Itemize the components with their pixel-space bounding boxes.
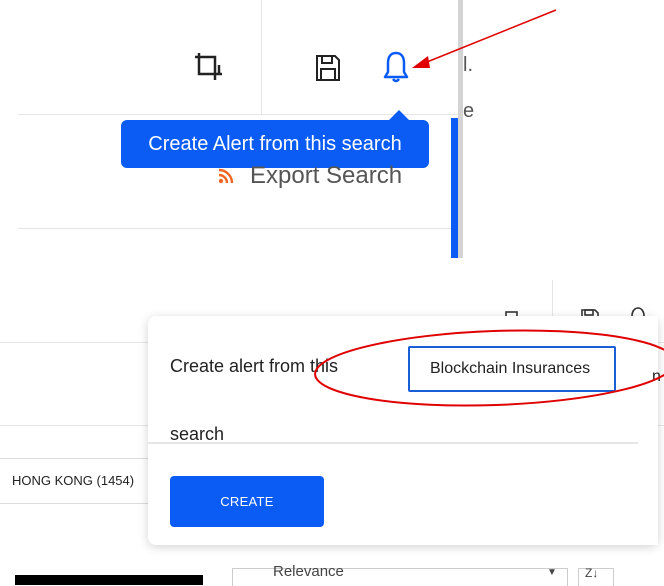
chevron-down-icon: ▼ <box>547 567 557 578</box>
popup-edge <box>645 316 658 545</box>
dark-block <box>15 575 203 585</box>
filter-item-label: HONG KONG (1454) <box>12 473 135 488</box>
clipped-text: e <box>463 100 475 122</box>
clipped-text: n <box>652 368 661 385</box>
bottom-screen: HONG KONG (1454) Relevance ▼ Z↓ Create a… <box>0 280 664 586</box>
scroll-accent-bar <box>451 118 458 258</box>
create-alert-popup: Create alert from this search CREATE n <box>148 316 661 545</box>
rss-icon <box>218 168 234 184</box>
divider <box>148 442 638 444</box>
panel-edge <box>458 0 463 258</box>
sort-direction-button[interactable]: Z↓ <box>578 566 614 586</box>
divider <box>18 228 458 229</box>
sort-direction-label: Z↓ <box>585 566 599 580</box>
sort-select-value: Relevance <box>273 563 344 580</box>
filter-item-hong-kong[interactable]: HONG KONG (1454) <box>0 458 149 504</box>
bell-icon[interactable] <box>382 50 410 84</box>
sort-select[interactable]: Relevance ▼ <box>232 563 568 586</box>
crop-icon[interactable] <box>195 52 223 82</box>
divider <box>261 0 262 114</box>
export-search-label: Export Search <box>250 162 403 189</box>
popup-label: Create alert from this <box>170 356 339 376</box>
tooltip-arrow <box>389 110 409 120</box>
top-toolbar-panel: Create Alert from this search Export Sea… <box>18 0 474 258</box>
save-icon[interactable] <box>315 54 341 82</box>
alert-name-input[interactable] <box>408 346 616 392</box>
clipped-text: l. <box>463 54 473 76</box>
create-button[interactable]: CREATE <box>170 476 324 527</box>
